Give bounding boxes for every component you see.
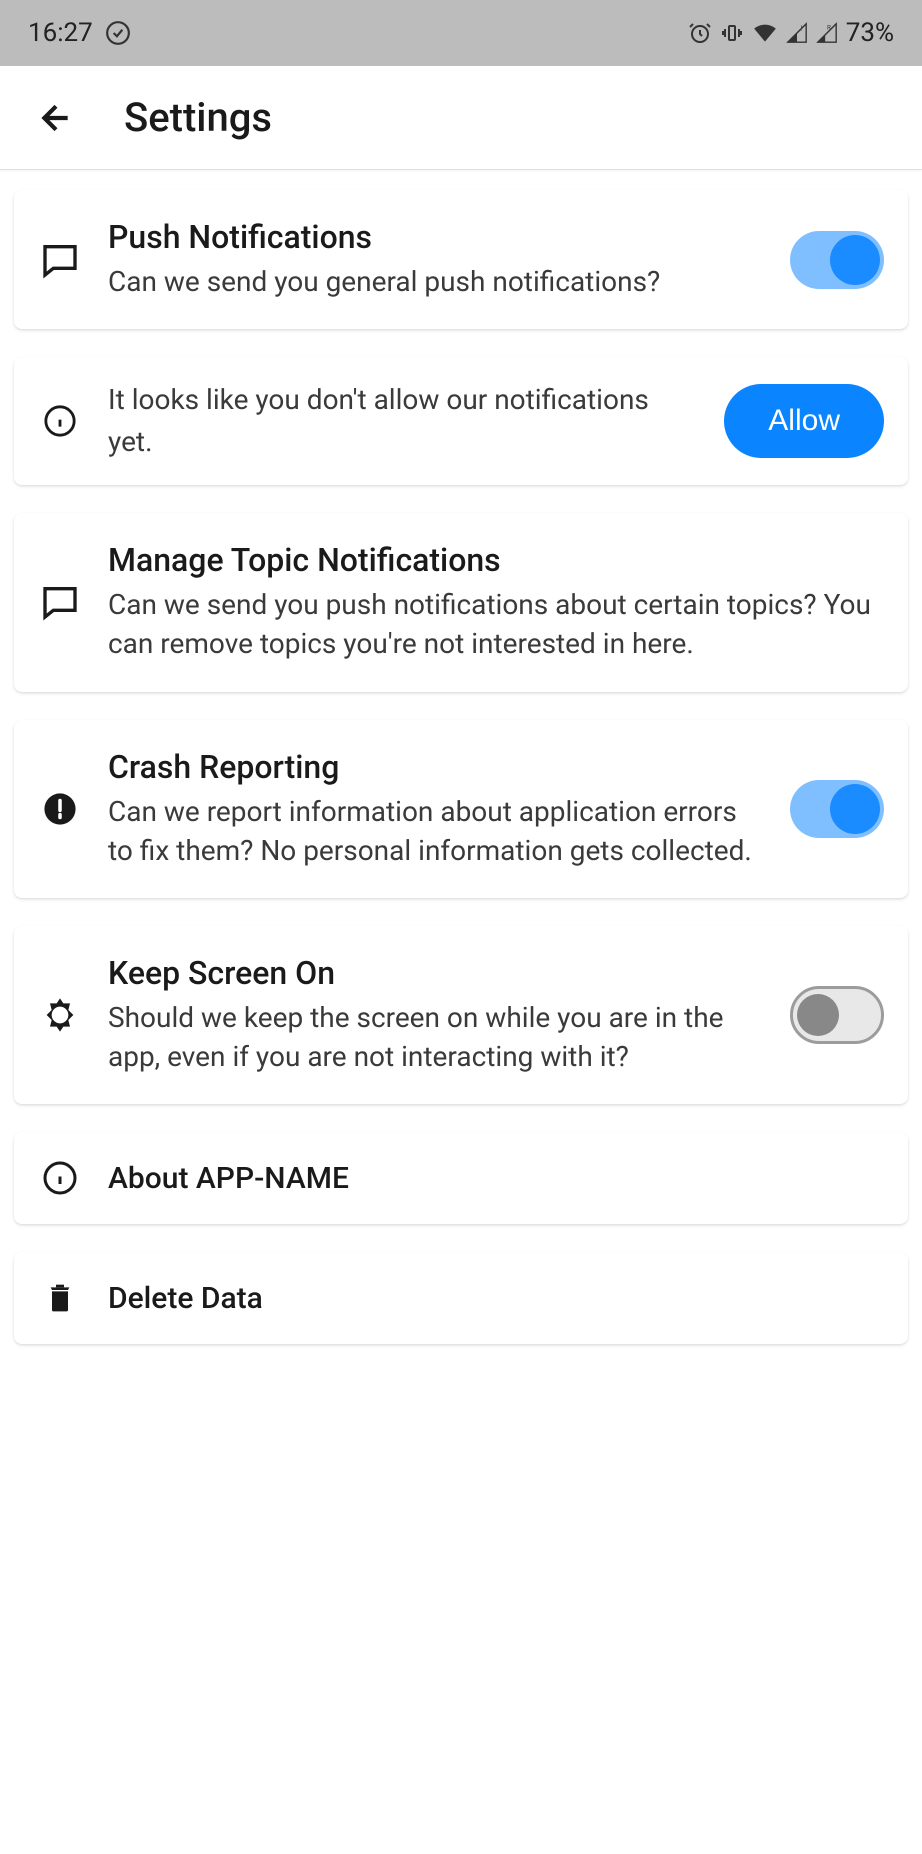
keep-screen-on-subtitle: Should we keep the screen on while you a… [108, 998, 764, 1076]
wifi-icon [752, 20, 778, 46]
push-notifications-card[interactable]: Push Notifications Can we send you gener… [14, 190, 908, 329]
delete-data-card[interactable]: Delete Data [14, 1252, 908, 1344]
notification-prompt-text: It looks like you don't allow our notifi… [108, 379, 698, 463]
keep-screen-on-card[interactable]: Keep Screen On Should we keep the screen… [14, 926, 908, 1104]
crash-reporting-card[interactable]: Crash Reporting Can we report informatio… [14, 720, 908, 898]
brightness-icon [38, 995, 82, 1035]
status-bar: 16:27 [0, 0, 922, 66]
page-title: Settings [124, 94, 272, 141]
chat-icon [38, 582, 82, 622]
info-icon [38, 404, 82, 438]
push-notifications-title: Push Notifications [108, 218, 764, 256]
vibrate-icon [720, 21, 744, 45]
about-title: About APP-NAME [108, 1161, 884, 1196]
topic-notifications-card[interactable]: Manage Topic Notifications Can we send y… [14, 513, 908, 691]
crash-reporting-subtitle: Can we report information about applicat… [108, 792, 764, 870]
app-header: Settings [0, 66, 922, 170]
signal-icon-2: R [816, 22, 838, 44]
topic-notifications-subtitle: Can we send you push notifications about… [108, 585, 884, 663]
status-time: 16:27 [28, 18, 93, 48]
allow-button[interactable]: Allow [724, 384, 884, 458]
status-left: 16:27 [28, 18, 131, 48]
info-icon [38, 1160, 82, 1196]
notification-prompt-card: It looks like you don't allow our notifi… [14, 357, 908, 485]
push-notifications-subtitle: Can we send you general push notificatio… [108, 262, 764, 301]
svg-text:!: ! [800, 24, 802, 33]
status-battery: 73% [846, 18, 894, 48]
checkmark-circle-icon [105, 20, 131, 46]
keep-screen-on-toggle[interactable] [790, 986, 884, 1044]
about-card[interactable]: About APP-NAME [14, 1132, 908, 1224]
error-icon [38, 792, 82, 826]
delete-data-title: Delete Data [108, 1281, 884, 1316]
signal-icon-1: ! [786, 22, 808, 44]
topic-notifications-title: Manage Topic Notifications [108, 541, 884, 579]
back-button[interactable] [36, 98, 76, 138]
status-right: ! R 73% [688, 18, 894, 48]
push-notifications-toggle[interactable] [790, 231, 884, 289]
alarm-icon [688, 21, 712, 45]
keep-screen-on-title: Keep Screen On [108, 954, 764, 992]
crash-reporting-title: Crash Reporting [108, 748, 764, 786]
crash-reporting-toggle[interactable] [790, 780, 884, 838]
svg-text:R: R [827, 23, 831, 31]
settings-content: Push Notifications Can we send you gener… [0, 170, 922, 1392]
trash-icon [38, 1280, 82, 1316]
chat-icon [38, 240, 82, 280]
